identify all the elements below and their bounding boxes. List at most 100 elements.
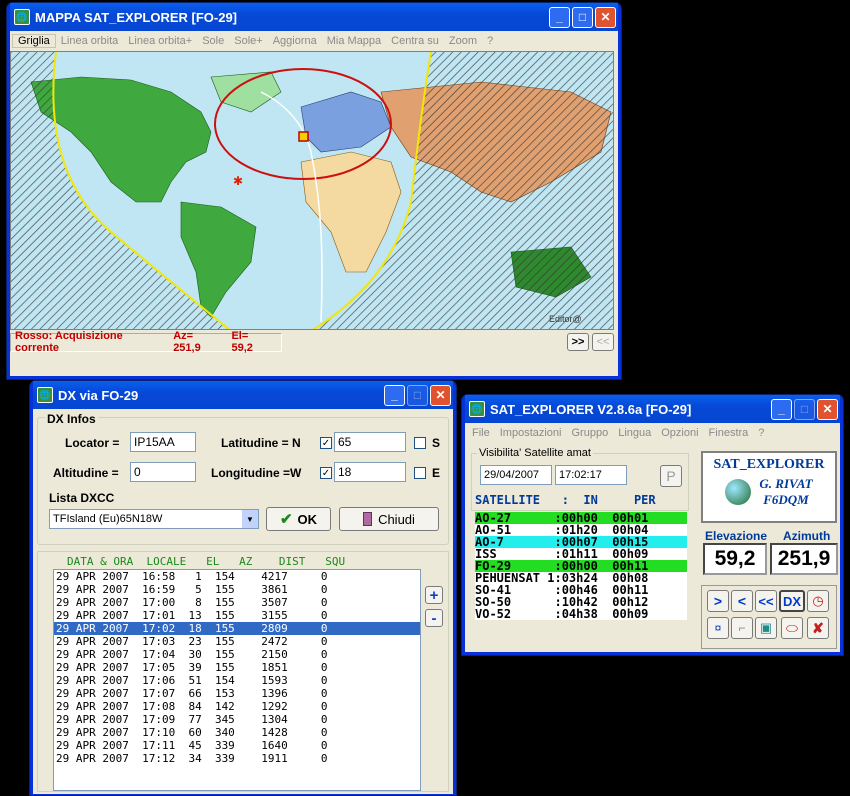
pass-table-header: DATA & ORA LOCALE EL AZ DIST SQU [67,555,346,568]
latitude-s-checkbox[interactable] [414,437,426,449]
menu-sole[interactable]: Sole [197,35,229,47]
map-window-title: MAPPA SAT_EXPLORER [FO-29] [35,9,238,25]
main-window-titlebar[interactable]: 🌐 SAT_EXPLORER V2.8.6a [FO-29] _ □ ✕ [465,395,840,423]
dx-window-titlebar[interactable]: 🌐 DX via FO-29 _ □ ✕ [33,381,453,409]
rewind-button[interactable]: << [755,590,777,612]
longitude-e-checkbox[interactable] [414,467,426,479]
menu-sole-plus[interactable]: Sole+ [229,35,267,47]
table-row[interactable]: 29 APR 2007 17:12 34 339 1911 0 [54,752,420,765]
maximize-button[interactable]: □ [572,6,593,28]
app-icon: 🌐 [469,401,485,417]
dxcc-value: TFIsland (Eu)65N18W [53,513,163,525]
table-row[interactable]: 29 APR 2007 17:06 51 154 1593 0 [54,674,420,687]
shield-icon[interactable]: ⬭ [781,617,803,639]
dxcc-select[interactable]: TFIsland (Eu)65N18W ▼ [49,509,259,529]
menu-aggiorna[interactable]: Aggiorna [268,35,322,47]
table-row[interactable]: 29 APR 2007 17:08 84 142 1292 0 [54,700,420,713]
map-status-bar: Rosso: Acquisizione corrente Az= 251,9 E… [10,330,614,354]
menu-gruppo[interactable]: Gruppo [567,427,614,439]
next-button[interactable]: >> [567,333,589,351]
menu-mia-mappa[interactable]: Mia Mappa [322,35,386,47]
satellite-row[interactable]: VO-52 :04h38 00h09 [475,608,687,620]
table-row[interactable]: 29 APR 2007 16:59 5 155 3861 0 [54,583,420,596]
ok-label: OK [297,511,318,527]
ok-button[interactable]: ✔ OK [266,507,331,531]
menu-help[interactable]: ? [753,427,769,439]
increase-button[interactable]: + [425,586,443,604]
menu-linea-orbita[interactable]: Linea orbita [56,35,124,47]
table-row[interactable]: 29 APR 2007 17:09 77 345 1304 0 [54,713,420,726]
table-row[interactable]: 29 APR 2007 17:03 23 155 2472 0 [54,635,420,648]
clock-icon[interactable]: ◷ [807,590,829,612]
map-credit: Editor@ [549,314,582,324]
table-row[interactable]: 29 APR 2007 17:11 45 339 1640 0 [54,739,420,752]
satellite-list[interactable]: SATELLITE : IN PER AO-27 :00h00 00h01 AO… [475,494,687,649]
menu-help[interactable]: ? [482,35,498,47]
status-elevation: El= 59,2 [231,330,253,354]
azimuth-value: 251,9 [770,543,838,575]
menu-centra-su[interactable]: Centra su [386,35,444,47]
prev-button[interactable]: << [592,333,614,351]
latitude-n-checkbox[interactable]: ✓ [320,437,332,449]
azimuth-label: Azimuth [783,529,831,543]
pass-table[interactable]: 29 APR 2007 16:58 1 154 4217 0 29 APR 20… [53,569,421,791]
close-button[interactable]: ✕ [430,384,451,406]
logo-title: SAT_EXPLORER [713,457,825,472]
status-prefix: Rosso: Acquisizione corrente [15,330,123,354]
altitude-input[interactable]: 0 [130,462,196,482]
date-field[interactable]: 29/04/2007 [480,465,552,485]
table-row[interactable]: 29 APR 2007 17:00 8 155 3507 0 [54,596,420,609]
longitude-w-checkbox[interactable]: ✓ [320,467,332,479]
minimize-button[interactable]: _ [549,6,570,28]
decrease-button[interactable]: - [425,609,443,627]
world-map[interactable]: ✱ Editor@ [10,51,614,330]
menu-griglia[interactable]: Griglia [12,34,56,48]
maximize-button[interactable]: □ [794,398,815,420]
logo-callsign: F6DQM [763,492,809,507]
table-row-selected[interactable]: 29 APR 2007 17:02 18 155 2809 0 [54,622,420,635]
dxcc-label: Lista DXCC [49,491,115,505]
chevron-down-icon[interactable]: ▼ [242,510,258,528]
menu-lingua[interactable]: Lingua [613,427,656,439]
close-dx-button[interactable]: Chiudi [339,507,439,531]
time-field[interactable]: 17:02:17 [555,465,627,485]
acquisition-status: Rosso: Acquisizione corrente Az= 251,9 E… [10,330,282,354]
menu-opzioni[interactable]: Opzioni [656,427,703,439]
longitude-input[interactable]: 18 [334,462,406,482]
checkmark-icon: ✔ [279,511,293,528]
stairs-icon[interactable]: ⌐ [731,617,753,639]
dx-button[interactable]: DX [779,590,805,612]
main-window-title: SAT_EXPLORER V2.8.6a [FO-29] [490,401,692,417]
table-row[interactable]: 29 APR 2007 17:01 13 155 3155 0 [54,609,420,622]
close-button[interactable]: ✕ [817,398,838,420]
latitude-s-label: S [432,436,441,450]
menu-finestra[interactable]: Finestra [704,427,754,439]
prev-satellite-button[interactable]: < [731,590,753,612]
table-row[interactable]: 29 APR 2007 17:05 39 155 1851 0 [54,661,420,674]
table-row[interactable]: 29 APR 2007 17:07 66 153 1396 0 [54,687,420,700]
next-satellite-button[interactable]: > [707,590,729,612]
table-row[interactable]: 29 APR 2007 16:58 1 154 4217 0 [54,570,420,583]
maximize-button[interactable]: □ [407,384,428,406]
altitude-label: Altitudine = [53,466,119,480]
minimize-button[interactable]: _ [771,398,792,420]
minimize-button[interactable]: _ [384,384,405,406]
latitude-input[interactable]: 65 [334,432,406,452]
map-menubar: Griglia Linea orbita Linea orbita+ Sole … [10,31,618,51]
latitude-label: Latitudine = N [221,436,301,450]
menu-file[interactable]: File [467,427,495,439]
table-row[interactable]: 29 APR 2007 17:04 30 155 2150 0 [54,648,420,661]
menu-linea-orbita-plus[interactable]: Linea orbita+ [123,35,197,47]
map-window-titlebar[interactable]: 🌐 MAPPA SAT_EXPLORER [FO-29] _ □ ✕ [10,3,618,31]
grid-icon[interactable]: ¤ [707,617,729,639]
menu-impostazioni[interactable]: Impostazioni [495,427,567,439]
exit-icon[interactable]: ✘ [807,617,829,639]
locator-input[interactable]: IP15AA [130,432,196,452]
satellite-list-header: SATELLITE : IN PER [475,493,656,507]
table-row[interactable]: 29 APR 2007 17:10 60 340 1428 0 [54,726,420,739]
menu-zoom[interactable]: Zoom [444,35,482,47]
p-button[interactable]: P [660,465,682,487]
app-icon: 🌐 [14,9,30,25]
close-button[interactable]: ✕ [595,6,616,28]
printer-icon[interactable]: ▣ [755,617,777,639]
